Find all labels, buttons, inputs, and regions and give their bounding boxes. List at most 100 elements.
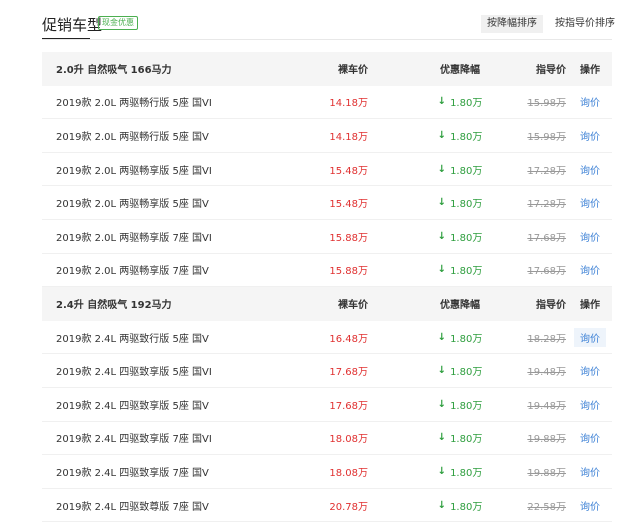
discount-value: 1.80万 [450,501,483,513]
inquiry-link[interactable]: 询价 [580,195,600,210]
table-row: 2019款 2.4L 两驱致行版 5座 国V 16.48万 ↓ 1.80万 18.28万… [42,321,612,355]
table-row: 2019款 2.0L 两驱畅行版 5座 国VI 14.18万 ↓ 1.80万 15.98… [42,86,612,120]
inquiry-link[interactable]: 询价 [580,397,600,412]
discount-cell: ↓ 1.80万 [420,422,500,455]
page-title: 促销车型 [42,16,103,34]
table-row: 2019款 2.4L 四驱致享版 5座 国V 17.68万 ↓ 1.80万 19.48万… [42,388,612,422]
discount-cell: ↓ 1.80万 [420,455,500,488]
discount-value: 1.80万 [450,131,483,143]
inquiry-link[interactable]: 询价 [580,94,600,109]
promo-table: 2.0升 自然吸气 166马力 裸车价 优惠降幅 指导价 操作 2019款 2.0L 两驱… [42,52,612,522]
inquiry-link[interactable]: 询价 [574,327,606,347]
inquiry-cell: 询价 [570,354,610,387]
discount-value: 1.80万 [450,434,483,446]
guide-price: 17.28万 [527,199,566,211]
col-header-guide: 指导价 [536,65,566,77]
down-arrow-icon: ↓ [437,398,447,410]
discount-value: 1.80万 [450,266,483,278]
group-label: 2.0升 自然吸气 166马力 [56,65,172,77]
net-price: 14.18万 [329,131,368,143]
inquiry-cell: 询价 [570,119,610,152]
inquiry-link[interactable]: 询价 [580,128,600,143]
header-divider [42,39,612,40]
inquiry-link[interactable]: 询价 [580,430,600,445]
discount-cell: ↓ 1.80万 [420,489,500,522]
col-header-price: 裸车价 [338,300,368,312]
discount-value: 1.80万 [450,367,483,379]
table-row: 2019款 2.4L 四驱致尊版 7座 国V 20.78万 ↓ 1.80万 22.58万… [42,489,612,522]
guide-price: 19.48万 [527,400,566,412]
down-arrow-icon: ↓ [437,264,447,276]
down-arrow-icon: ↓ [437,129,447,141]
net-price: 14.18万 [329,98,368,110]
net-price: 18.08万 [329,434,368,446]
inquiry-link[interactable]: 询价 [580,363,600,378]
trim-name: 2019款 2.0L 两驱畅行版 5座 国V [56,131,209,143]
group-header-row: 2.0升 自然吸气 166马力 裸车价 优惠降幅 指导价 操作 [42,52,612,86]
down-arrow-icon: ↓ [437,432,447,444]
guide-price: 19.88万 [527,434,566,446]
trim-name: 2019款 2.0L 两驱畅享版 5座 国VI [56,165,212,177]
down-arrow-icon: ↓ [437,465,447,477]
inquiry-link[interactable]: 询价 [580,464,600,479]
inquiry-link[interactable]: 询价 [580,262,600,277]
net-price: 15.48万 [329,199,368,211]
inquiry-link[interactable]: 询价 [580,229,600,244]
guide-price: 17.68万 [527,232,566,244]
inquiry-link[interactable]: 询价 [580,498,600,513]
trim-name: 2019款 2.4L 四驱致尊版 7座 国V [56,501,209,513]
net-price: 16.48万 [329,333,368,345]
table-row: 2019款 2.0L 两驱畅行版 5座 国V 14.18万 ↓ 1.80万 15.98万… [42,119,612,153]
trim-name: 2019款 2.4L 四驱致享版 7座 国VI [56,434,212,446]
guide-price: 19.48万 [527,367,566,379]
trim-name: 2019款 2.4L 四驱致享版 7座 国V [56,467,209,479]
guide-price: 17.28万 [527,165,566,177]
col-header-price: 裸车价 [338,65,368,77]
inquiry-cell: 询价 [570,422,610,455]
inquiry-cell: 询价 [570,321,610,354]
net-price: 17.68万 [329,367,368,379]
discount-cell: ↓ 1.80万 [420,388,500,421]
cash-discount-badge: 现金优惠 [98,16,138,30]
discount-cell: ↓ 1.80万 [420,354,500,387]
group-label: 2.4升 自然吸气 192马力 [56,300,172,312]
inquiry-link[interactable]: 询价 [580,162,600,177]
col-header-op: 操作 [580,300,600,312]
inquiry-cell: 询价 [570,220,610,253]
discount-value: 1.80万 [450,400,483,412]
net-price: 20.78万 [329,501,368,513]
down-arrow-icon: ↓ [437,96,447,108]
discount-value: 1.80万 [450,333,483,345]
trim-name: 2019款 2.4L 两驱致行版 5座 国V [56,333,209,345]
down-arrow-icon: ↓ [437,331,447,343]
group-header-row: 2.4升 自然吸气 192马力 裸车价 优惠降幅 指导价 操作 [42,287,612,321]
net-price: 15.88万 [329,266,368,278]
inquiry-cell: 询价 [570,455,610,488]
guide-price: 18.28万 [527,333,566,345]
discount-cell: ↓ 1.80万 [420,321,500,354]
inquiry-cell: 询价 [570,153,610,186]
discount-cell: ↓ 1.80万 [420,86,500,119]
discount-value: 1.80万 [450,165,483,177]
sort-by-guide-price-button[interactable]: 按指导价排序 [549,15,621,33]
trim-name: 2019款 2.0L 两驱畅行版 5座 国VI [56,98,212,110]
table-row: 2019款 2.4L 四驱致享版 5座 国VI 17.68万 ↓ 1.80万 19.48… [42,354,612,388]
down-arrow-icon: ↓ [437,499,447,511]
guide-price: 15.98万 [527,98,566,110]
net-price: 15.48万 [329,165,368,177]
col-header-guide: 指导价 [536,300,566,312]
down-arrow-icon: ↓ [437,365,447,377]
discount-value: 1.80万 [450,98,483,110]
inquiry-cell: 询价 [570,388,610,421]
discount-value: 1.80万 [450,232,483,244]
header: 促销车型 现金优惠 按降幅排序 按指导价排序 [0,0,640,40]
col-header-discount: 优惠降幅 [440,300,480,312]
trim-name: 2019款 2.0L 两驱畅享版 7座 国V [56,266,209,278]
sort-by-discount-button[interactable]: 按降幅排序 [481,15,543,33]
trim-name: 2019款 2.0L 两驱畅享版 5座 国V [56,199,209,211]
trim-name: 2019款 2.4L 四驱致享版 5座 国V [56,400,209,412]
table-row: 2019款 2.0L 两驱畅享版 5座 国VI 15.48万 ↓ 1.80万 17.28… [42,153,612,187]
col-header-op: 操作 [580,65,600,77]
discount-cell: ↓ 1.80万 [420,186,500,219]
net-price: 18.08万 [329,467,368,479]
